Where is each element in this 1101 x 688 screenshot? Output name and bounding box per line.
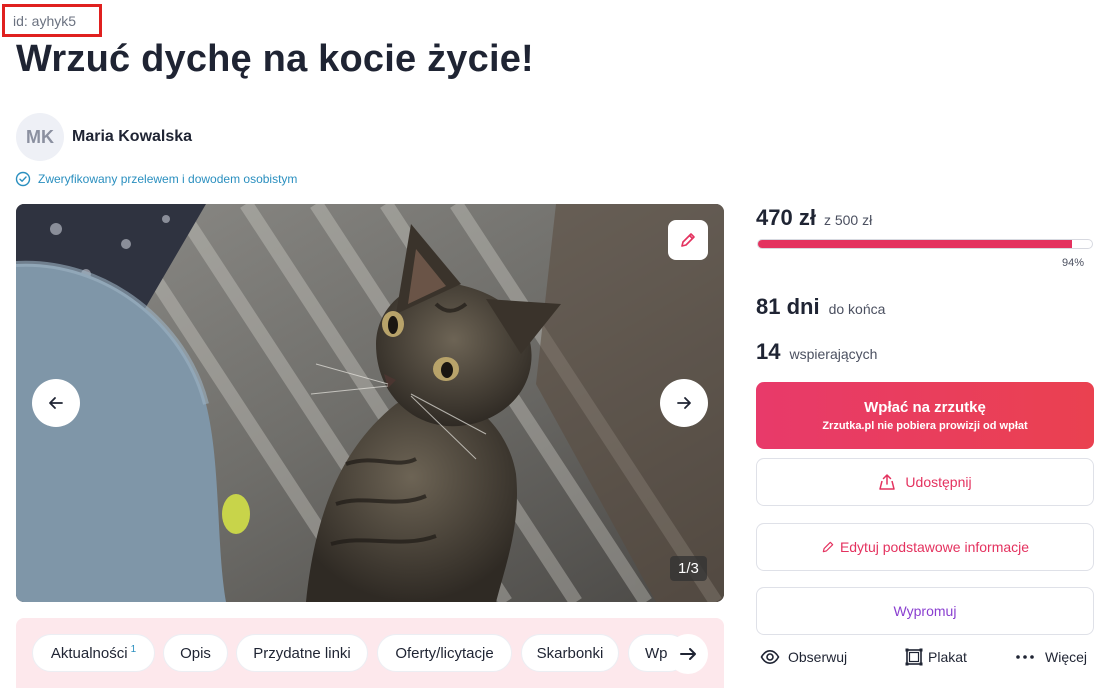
verified-badge: Zweryfikowany przelewem i dowodem osobis… <box>15 171 297 187</box>
tab-badge: 1 <box>130 643 137 655</box>
gallery-next-button[interactable] <box>660 379 708 427</box>
arrow-right-icon <box>680 648 696 660</box>
edit-info-button[interactable]: Edytuj podstawowe informacje <box>756 523 1094 571</box>
promote-label: Wypromuj <box>893 603 957 619</box>
more-dots-icon <box>1016 655 1034 659</box>
donate-button[interactable]: Wpłać na zrzutkę Zrzutka.pl nie pobiera … <box>756 382 1094 449</box>
pencil-icon <box>822 541 834 553</box>
tab-label: Opis <box>180 644 211 662</box>
verified-text: Zweryfikowany przelewem i dowodem osobis… <box>38 172 298 186</box>
gallery-prev-button[interactable] <box>32 379 80 427</box>
promote-button[interactable]: Wypromuj <box>756 587 1094 635</box>
edit-photo-button[interactable] <box>668 220 708 260</box>
progress-percent: 94% <box>1061 257 1084 269</box>
supporters-label: wspierających <box>789 346 878 362</box>
campaign-id: id: ayhyk5 <box>13 13 77 29</box>
share-button[interactable]: Udostępnij <box>756 458 1094 506</box>
tab-skarbonki[interactable]: Skarbonki <box>521 634 619 672</box>
more-button[interactable]: Więcej <box>1015 647 1087 667</box>
author-name[interactable]: Maria Kowalska <box>72 128 192 146</box>
tab-opis[interactable]: Opis <box>163 634 228 672</box>
tab-label: Aktualności <box>50 644 128 662</box>
tab-aktualnosci[interactable]: Aktualności 1 <box>32 634 155 672</box>
days-left: 81 dni do końca <box>756 294 885 320</box>
poster-label: Plakat <box>928 649 967 665</box>
progress-bar <box>757 239 1093 249</box>
tabs-bar: Aktualności 1 Opis Przydatne linki Oferty… <box>16 618 724 688</box>
tab-label: Oferty/licytacje <box>395 644 494 662</box>
amount-raised: 470 zł z 500 zł <box>756 205 872 231</box>
follow-label: Obserwuj <box>788 649 848 665</box>
donate-label: Wpłać na zrzutkę <box>864 399 986 416</box>
days-label: do końca <box>828 301 886 317</box>
progress-fill <box>758 240 1072 248</box>
arrow-left-icon <box>49 397 63 409</box>
tab-oferty-licytacje[interactable]: Oferty/licytacje <box>377 634 512 672</box>
poster-icon <box>905 648 923 666</box>
page-title: Wrzuć dychę na kocie życie! <box>16 38 534 80</box>
tab-przydatne-linki[interactable]: Przydatne linki <box>236 634 368 672</box>
supporters-value: 14 <box>756 339 781 364</box>
check-circle-icon <box>15 171 31 187</box>
share-label: Udostępnij <box>905 474 972 490</box>
eye-icon <box>760 649 780 665</box>
tabs-scroll-right-button[interactable] <box>668 634 708 674</box>
pencil-icon <box>681 233 695 247</box>
edit-info-label: Edytuj podstawowe informacje <box>839 539 1030 555</box>
tab-label: Przydatne linki <box>253 644 351 662</box>
poster-button[interactable]: Plakat <box>904 647 967 667</box>
avatar[interactable]: MK <box>16 113 64 161</box>
days-value: 81 dni <box>756 294 820 319</box>
tab-label: Skarbonki <box>536 644 604 662</box>
more-label: Więcej <box>1045 649 1088 665</box>
cat-photo <box>16 204 724 602</box>
share-icon <box>879 474 896 490</box>
tab-label: Wp <box>645 644 668 662</box>
donate-note: Zrzutka.pl nie pobiera prowizji od wpłat <box>822 420 1028 432</box>
gallery-counter: 1/3 <box>670 556 707 581</box>
follow-button[interactable]: Obserwuj <box>760 647 847 667</box>
arrow-right-icon <box>677 397 691 409</box>
supporters: 14 wspierających <box>756 339 877 365</box>
goal-value: z 500 zł <box>823 212 873 228</box>
photo-gallery[interactable]: 1/3 <box>16 204 724 602</box>
raised-value: 470 zł <box>756 205 816 230</box>
